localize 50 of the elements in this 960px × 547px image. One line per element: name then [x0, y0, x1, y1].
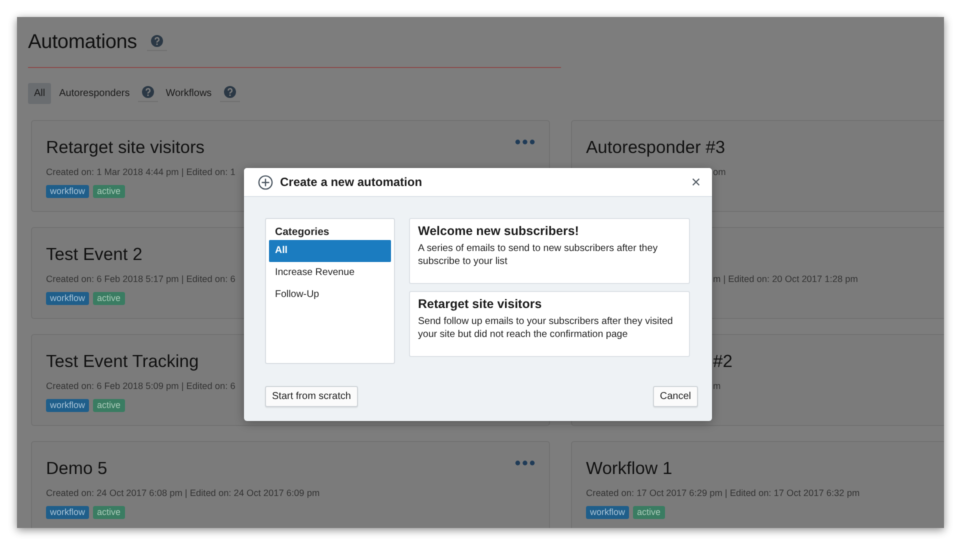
type-tag: workflow	[46, 185, 90, 198]
type-tag: workflow	[46, 292, 90, 305]
date-info: m	[713, 380, 721, 392]
automation-title: Autoresponder #3	[586, 137, 726, 157]
cancel-button[interactable]: Cancel	[652, 386, 698, 407]
more-icon[interactable]	[515, 139, 535, 145]
template-card[interactable]: Retarget site visitors Send follow up emails to your subscribers after they visited your site but did not reach the confirmation page	[409, 291, 690, 357]
help-icon[interactable]	[142, 86, 154, 98]
date-info: Created on: 6 Feb 2018 5:17 pm | Edited on: 6	[46, 273, 236, 285]
type-tag: workflow	[46, 399, 90, 412]
status-tag: active	[93, 185, 125, 198]
category-item[interactable]: Increase Revenue	[269, 262, 391, 284]
automation-title: Test Event Tracking	[46, 351, 199, 371]
status-tag: active	[93, 292, 125, 305]
close-icon[interactable]	[692, 178, 700, 186]
automation-title: #2	[713, 351, 732, 371]
automation-title: Demo 5	[46, 458, 108, 478]
template-title: Welcome new subscribers!	[418, 224, 580, 238]
date-info: om	[713, 166, 726, 178]
date-info: m | Edited on: 20 Oct 2017 1:28 pm	[713, 273, 858, 285]
plus-circle-icon	[258, 174, 273, 190]
category-item[interactable]: All	[269, 240, 391, 262]
category-item[interactable]: Follow-Up	[269, 284, 391, 306]
date-info: Created on: 1 Mar 2018 4:44 pm | Edited on: 1	[46, 166, 236, 178]
help-icon[interactable]	[224, 86, 236, 98]
status-tag: active	[93, 399, 125, 412]
date-info: Created on: 24 Oct 2017 6:08 pm | Edited on: 24 Oct 2017 6:09 pm	[46, 487, 320, 499]
modal-title: Create a new automation	[280, 175, 424, 189]
date-info: Created on: 6 Feb 2018 5:09 pm | Edited on: 6	[46, 380, 236, 392]
date-info: Created on: 17 Oct 2017 6:29 pm | Edited on: 17 Oct 2017 6:32 pm	[586, 487, 860, 499]
automation-card[interactable]: Demo 5 Created on: 24 Oct 2017 6:08 pm | Edited on: 24 Oct 2017 6:09 pm workflow active	[31, 441, 550, 528]
type-tag: workflow	[46, 506, 90, 519]
status-tag: active	[93, 506, 125, 519]
type-tag: workflow	[586, 506, 630, 519]
help-icon[interactable]	[150, 35, 163, 47]
template-title: Retarget site visitors	[418, 297, 543, 311]
status-tag: active	[633, 506, 665, 519]
filter-tab[interactable]: All	[28, 82, 52, 104]
automation-title: Workflow 1	[586, 458, 672, 478]
more-icon[interactable]	[515, 460, 535, 466]
categories-heading: Categories	[274, 226, 330, 240]
filter-tab[interactable]: Autoresponders	[55, 82, 134, 104]
automation-card[interactable]: Workflow 1 Created on: 17 Oct 2017 6:29 pm | Edited on: 17 Oct 2017 6:32 pm workflow active	[571, 441, 944, 528]
filter-tab[interactable]: Workflows	[162, 82, 216, 104]
automation-title: Retarget site visitors	[46, 137, 205, 157]
template-description: A series of emails to send to new subscribers after they subscribe to your list	[418, 242, 659, 268]
page-title: Automations	[28, 30, 137, 54]
template-card[interactable]: Welcome new subscribers! A series of emails to send to new subscribers after they subscribe to your list	[409, 218, 690, 284]
automation-title: Test Event 2	[46, 244, 142, 264]
start-button[interactable]: Start from scratch	[265, 386, 358, 407]
